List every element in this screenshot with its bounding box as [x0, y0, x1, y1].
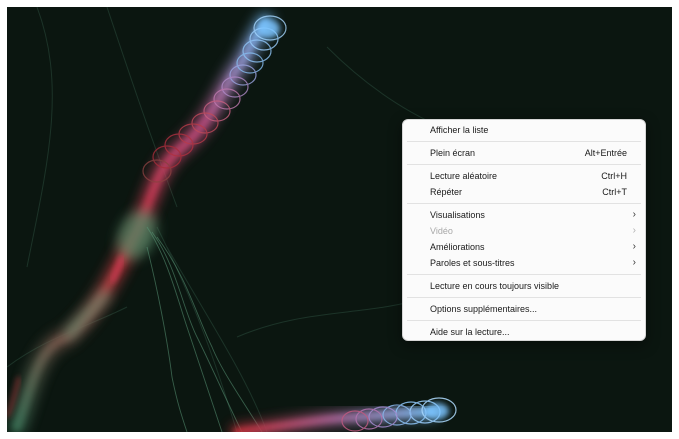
menu-item-video: Vidéo › — [403, 223, 645, 239]
menu-item-show-list[interactable]: Afficher la liste — [403, 122, 645, 138]
menu-item-label: Paroles et sous-titres — [430, 258, 515, 268]
menu-item-repeat[interactable]: Répéter Ctrl+T — [403, 184, 645, 200]
lower-streak-head — [425, 403, 449, 419]
menu-separator — [407, 203, 641, 204]
menu-item-label: Plein écran — [430, 148, 476, 158]
tangled-lines — [146, 226, 263, 432]
menu-item-label: Visualisations — [430, 210, 485, 220]
menu-item-label: Options supplémentaires... — [430, 304, 538, 314]
menu-item-label: Vidéo — [430, 226, 453, 236]
shortcut-label: Alt+Entrée — [584, 148, 627, 158]
menu-item-label: Lecture aléatoire — [430, 171, 498, 181]
menu-item-now-playing-on-top[interactable]: Lecture en cours toujours visible — [403, 278, 645, 294]
shortcut-label: Ctrl+H — [601, 171, 627, 181]
menu-item-label: Lecture en cours toujours visible — [430, 281, 560, 291]
shortcut-label: Ctrl+T — [602, 187, 627, 197]
menu-separator — [407, 274, 641, 275]
menu-item-more-options[interactable]: Options supplémentaires... — [403, 301, 645, 317]
menu-item-lyrics-subtitles[interactable]: Paroles et sous-titres › — [403, 255, 645, 271]
menu-separator — [407, 164, 641, 165]
chevron-right-icon: › — [632, 241, 636, 252]
menu-separator — [407, 297, 641, 298]
menu-item-label: Afficher la liste — [430, 125, 489, 135]
menu-separator — [407, 320, 641, 321]
menu-item-visualizations[interactable]: Visualisations › — [403, 207, 645, 223]
upper-streak-head — [258, 20, 280, 38]
menu-item-label: Aide sur la lecture... — [430, 327, 510, 337]
chevron-right-icon: › — [632, 209, 636, 220]
menu-item-label: Répéter — [430, 187, 463, 197]
menu-separator — [407, 141, 641, 142]
menu-item-playback-help[interactable]: Aide sur la lecture... — [403, 324, 645, 340]
menu-item-enhancements[interactable]: Améliorations › — [403, 239, 645, 255]
context-menu: Afficher la liste Plein écran Alt+Entrée… — [402, 119, 646, 341]
menu-item-fullscreen[interactable]: Plein écran Alt+Entrée — [403, 145, 645, 161]
menu-item-shuffle[interactable]: Lecture aléatoire Ctrl+H — [403, 168, 645, 184]
menu-item-label: Améliorations — [430, 242, 485, 252]
chevron-right-icon: › — [632, 225, 636, 236]
chevron-right-icon: › — [632, 257, 636, 268]
